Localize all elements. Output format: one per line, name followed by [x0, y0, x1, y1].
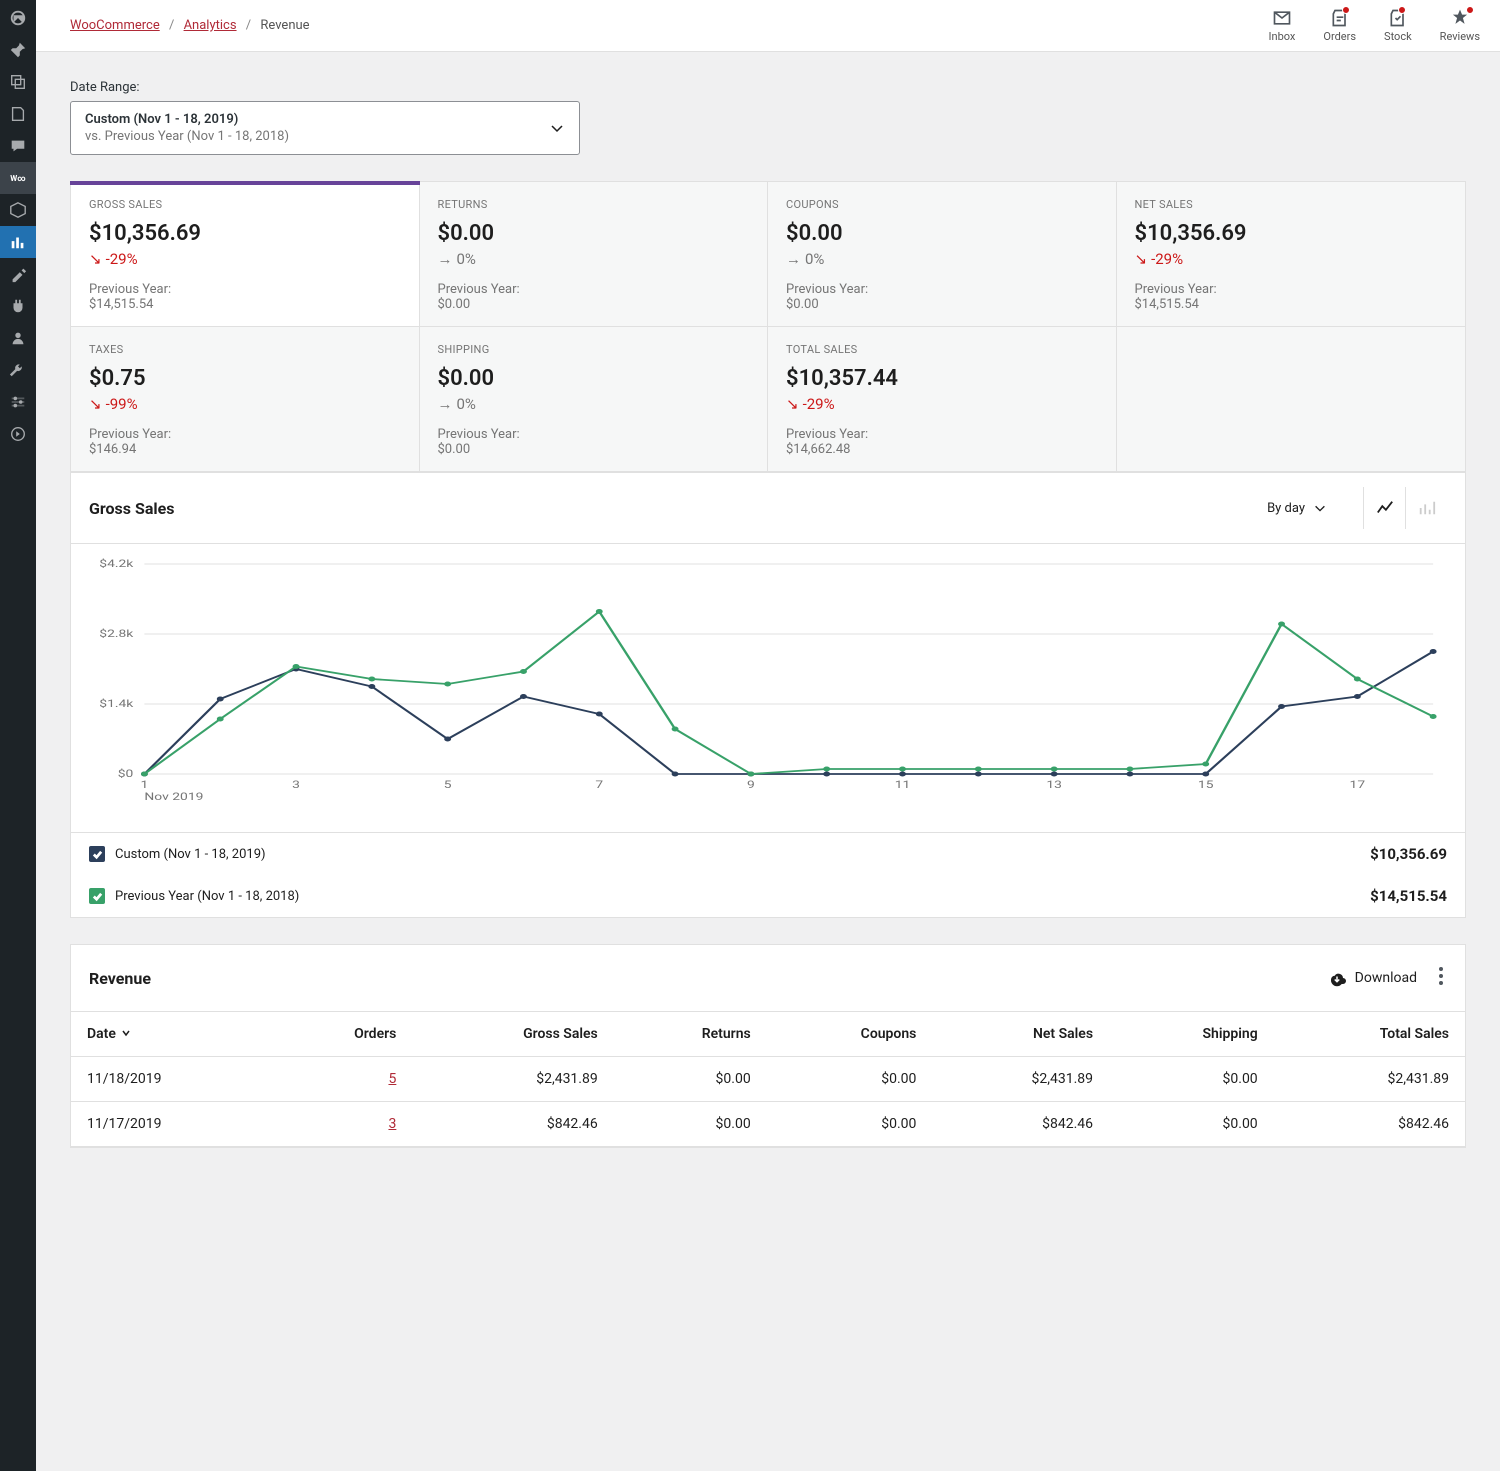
sidebar-item-tools[interactable] [0, 354, 36, 386]
sidebar-item-dashboard[interactable] [0, 2, 36, 34]
table-header-returns[interactable]: Returns [614, 1012, 767, 1057]
legend-checkbox [89, 888, 105, 904]
summary-card-returns[interactable]: RETURNS $0.00 →0% Previous Year: $0.00 [420, 182, 769, 327]
breadcrumb: WooCommerce / Analytics / Revenue [70, 18, 310, 33]
sidebar-item-pages[interactable] [0, 98, 36, 130]
svg-text:15: 15 [1198, 779, 1214, 791]
chart-interval-select[interactable]: By day [1257, 495, 1351, 522]
breadcrumb-root[interactable]: WooCommerce [70, 18, 160, 33]
breadcrumb-current: Revenue [260, 18, 309, 33]
sort-desc-icon [118, 1026, 131, 1042]
notification-dot-icon [1342, 6, 1350, 14]
download-icon [1327, 969, 1347, 987]
table-header-total-sales[interactable]: Total Sales [1274, 1012, 1465, 1057]
svg-text:$1.4k: $1.4k [99, 698, 134, 710]
chart-type-bar-button[interactable] [1405, 487, 1447, 529]
svg-text:Nov 2019: Nov 2019 [144, 791, 203, 803]
inbox-icon [1271, 8, 1293, 28]
table-title: Revenue [89, 969, 151, 988]
topbar-inbox[interactable]: Inbox [1269, 8, 1296, 43]
svg-text:13: 13 [1046, 779, 1062, 791]
chevron-down-icon [549, 120, 565, 136]
table-header-shipping[interactable]: Shipping [1109, 1012, 1274, 1057]
svg-text:17: 17 [1350, 779, 1366, 791]
svg-text:5: 5 [444, 779, 452, 791]
sidebar-item-analytics[interactable] [0, 226, 36, 258]
svg-text:3: 3 [292, 779, 300, 791]
svg-text:11: 11 [895, 779, 911, 791]
revenue-table: Date OrdersGross SalesReturnsCouponsNet … [71, 1012, 1465, 1147]
breadcrumb-section[interactable]: Analytics [184, 18, 237, 33]
topbar-reviews[interactable]: Reviews [1440, 8, 1480, 43]
sidebar-item-products[interactable] [0, 194, 36, 226]
sidebar-item-settings[interactable] [0, 386, 36, 418]
date-range-picker[interactable]: Custom (Nov 1 - 18, 2019) vs. Previous Y… [70, 101, 580, 155]
summary-card-gross-sales[interactable]: GROSS SALES $10,356.69 ↘-29% Previous Ye… [71, 182, 420, 327]
bar-chart-icon [1418, 499, 1436, 517]
summary-grid: GROSS SALES $10,356.69 ↘-29% Previous Ye… [70, 181, 1466, 473]
summary-card-shipping[interactable]: SHIPPING $0.00 →0% Previous Year: $0.00 [420, 327, 769, 472]
legend-checkbox [89, 846, 105, 862]
sidebar-item-woocommerce[interactable]: W∞ [0, 162, 36, 194]
summary-card-taxes[interactable]: TAXES $0.75 ↘-99% Previous Year: $146.94 [71, 327, 420, 472]
chevron-down-icon [1313, 501, 1327, 515]
revenue-table-panel: Revenue Download Date OrdersGross SalesR… [70, 944, 1466, 1148]
chart-legend-item[interactable]: Custom (Nov 1 - 18, 2019) $10,356.69 [71, 833, 1465, 875]
summary-card-total-sales[interactable]: TOTAL SALES $10,357.44 ↘-29% Previous Ye… [768, 327, 1117, 472]
table-header-coupons[interactable]: Coupons [767, 1012, 933, 1057]
table-header-net-sales[interactable]: Net Sales [932, 1012, 1109, 1057]
download-button[interactable]: Download [1327, 969, 1417, 987]
sidebar-item-appearance[interactable] [0, 258, 36, 290]
svg-text:1: 1 [141, 779, 149, 791]
sidebar-item-media[interactable] [0, 66, 36, 98]
svg-text:$0: $0 [118, 768, 134, 780]
table-options-button[interactable] [1435, 963, 1447, 993]
orders-link[interactable]: 3 [388, 1116, 396, 1132]
svg-text:$4.2k: $4.2k [99, 558, 134, 570]
admin-sidebar: W∞ [0, 0, 36, 1471]
notification-dot-icon [1398, 6, 1406, 14]
sidebar-item-collapse[interactable] [0, 418, 36, 450]
summary-card-empty [1117, 327, 1466, 472]
chart-legend-item[interactable]: Previous Year (Nov 1 - 18, 2018) $14,515… [71, 875, 1465, 917]
notification-dot-icon [1466, 6, 1474, 14]
table-header-orders[interactable]: Orders [272, 1012, 412, 1057]
topbar-stock[interactable]: Stock [1384, 8, 1412, 43]
sidebar-item-comments[interactable] [0, 130, 36, 162]
chart-title: Gross Sales [89, 499, 174, 518]
line-chart-icon [1376, 499, 1394, 517]
topbar-orders[interactable]: Orders [1323, 8, 1356, 43]
table-row: 11/18/2019 5 $2,431.89 $0.00 $0.00 $2,43… [71, 1057, 1465, 1102]
svg-text:$2.8k: $2.8k [99, 628, 134, 640]
chart-panel: Gross Sales By day [70, 473, 1466, 918]
chart-area[interactable]: $4.2k$2.8k$1.4k$01357911131517Nov 2019 [89, 554, 1447, 814]
topbar: WooCommerce / Analytics / Revenue Inbox … [36, 0, 1500, 52]
table-header-gross-sales[interactable]: Gross Sales [412, 1012, 613, 1057]
orders-link[interactable]: 5 [388, 1071, 396, 1087]
date-range-label: Date Range: [70, 80, 1466, 95]
sidebar-item-plugins[interactable] [0, 290, 36, 322]
svg-text:9: 9 [747, 779, 755, 791]
sidebar-item-pin[interactable] [0, 34, 36, 66]
table-row: 11/17/2019 3 $842.46 $0.00 $0.00 $842.46… [71, 1102, 1465, 1147]
summary-card-net-sales[interactable]: NET SALES $10,356.69 ↘-29% Previous Year… [1117, 182, 1466, 327]
summary-card-coupons[interactable]: COUPONS $0.00 →0% Previous Year: $0.00 [768, 182, 1117, 327]
sidebar-item-users[interactable] [0, 322, 36, 354]
chart-type-line-button[interactable] [1363, 487, 1405, 529]
svg-text:7: 7 [595, 779, 603, 791]
kebab-icon [1439, 967, 1443, 985]
table-header-date[interactable]: Date [71, 1012, 272, 1057]
